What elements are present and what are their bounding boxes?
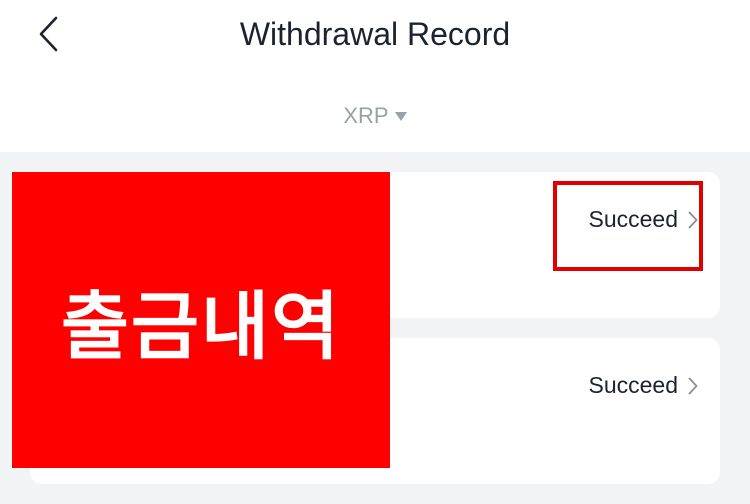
coin-filter-dropdown[interactable]: XRP	[0, 103, 750, 129]
annotation-overlay: 출금내역	[12, 172, 390, 468]
coin-filter-value: XRP	[343, 103, 389, 128]
caret-down-icon	[394, 111, 407, 121]
record-status-label: Succeed	[588, 372, 678, 398]
top-bar: Withdrawal Record XRP	[0, 0, 750, 152]
page-title: Withdrawal Record	[239, 16, 511, 52]
status-highlight-box	[553, 181, 703, 271]
chevron-right-icon	[688, 377, 698, 395]
overlay-caption: 출금내역	[60, 283, 342, 370]
record-status[interactable]: Succeed	[588, 372, 698, 399]
